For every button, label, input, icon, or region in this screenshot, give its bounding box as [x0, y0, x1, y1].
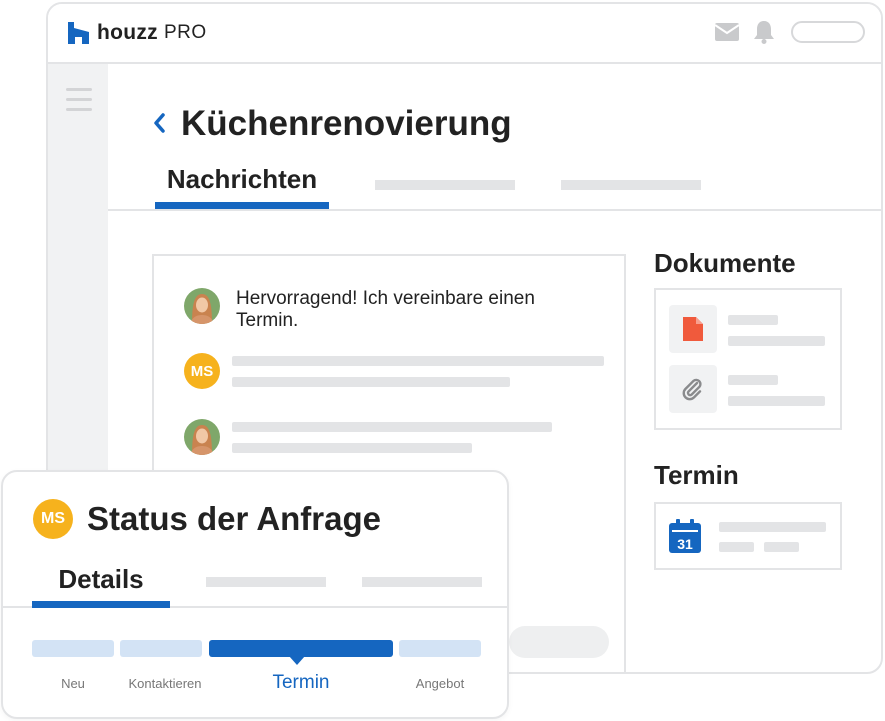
- calendar-day: 31: [677, 536, 693, 552]
- paperclip-icon: [682, 378, 702, 401]
- stage-label-neu: Neu: [61, 676, 85, 691]
- bell-icon[interactable]: [753, 20, 775, 44]
- avatar: MS: [33, 499, 73, 539]
- stage-label-termin: Termin: [272, 672, 330, 693]
- tab-placeholder[interactable]: [561, 180, 701, 190]
- stage-label-angebot: Angebot: [415, 676, 465, 691]
- top-bar: houzz PRO: [48, 4, 881, 64]
- project-title: Küchenrenovierung: [181, 104, 512, 143]
- tab-nachrichten[interactable]: Nachrichten: [155, 164, 329, 195]
- appointment-title: Termin: [654, 460, 739, 490]
- stage-segment-kontaktieren[interactable]: [120, 640, 202, 657]
- tab-placeholder[interactable]: [375, 180, 515, 190]
- appointment-placeholder: [719, 542, 754, 552]
- message-item: Hervorragend! Ich vereinbare einen Termi…: [184, 288, 566, 332]
- menu-icon[interactable]: [66, 88, 92, 118]
- appointment-placeholder: [764, 542, 799, 552]
- document-item[interactable]: [669, 305, 717, 353]
- request-status-card: MS Status der Anfrage Details Neu Kontak…: [1, 470, 509, 719]
- document-item[interactable]: [669, 365, 717, 413]
- documents-title: Dokumente: [654, 248, 796, 278]
- tab-divider: [108, 209, 881, 211]
- active-tab-indicator: [32, 601, 170, 608]
- status-title: Status der Anfrage: [87, 500, 382, 537]
- tab-placeholder[interactable]: [206, 577, 326, 587]
- avatar: MS: [184, 353, 220, 389]
- active-tab-indicator: [155, 202, 329, 209]
- message-input[interactable]: [509, 626, 609, 658]
- stage-segment-neu[interactable]: [32, 640, 114, 657]
- tab-placeholder[interactable]: [362, 577, 482, 587]
- document-meta-placeholder: [728, 336, 825, 346]
- tab-details[interactable]: Details: [32, 564, 170, 595]
- brand-name: houzz: [97, 21, 158, 44]
- houzz-pro-logo[interactable]: houzz PRO: [68, 21, 207, 45]
- appointment-card[interactable]: 31: [654, 502, 842, 570]
- pdf-file-icon: [683, 317, 703, 341]
- message-text: Hervorragend! Ich vereinbare einen Termi…: [236, 288, 535, 331]
- calendar-icon: 31: [669, 519, 701, 553]
- brand-suffix: PRO: [163, 22, 207, 43]
- document-name-placeholder: [728, 315, 778, 325]
- message-placeholder: [232, 356, 604, 366]
- avatar: [184, 419, 220, 455]
- back-chevron-icon[interactable]: [152, 112, 166, 134]
- top-actions: [715, 20, 865, 44]
- stage-pointer-icon: [289, 656, 305, 665]
- houzz-logo-icon: [68, 22, 89, 44]
- avatar: [184, 288, 220, 324]
- message-item: [184, 419, 220, 455]
- message-placeholder: [232, 422, 552, 432]
- message-placeholder: [232, 377, 510, 387]
- mail-icon[interactable]: [715, 23, 739, 41]
- document-name-placeholder: [728, 375, 778, 385]
- stage-segment-termin[interactable]: [209, 640, 393, 657]
- appointment-placeholder: [719, 522, 826, 532]
- message-placeholder: [232, 443, 472, 453]
- documents-card: [654, 288, 842, 430]
- account-pill[interactable]: [791, 21, 865, 43]
- document-meta-placeholder: [728, 396, 825, 406]
- message-item: MS: [184, 353, 220, 389]
- stage-label-kontaktieren: Kontaktieren: [128, 676, 202, 691]
- stage-segment-angebot[interactable]: [399, 640, 481, 657]
